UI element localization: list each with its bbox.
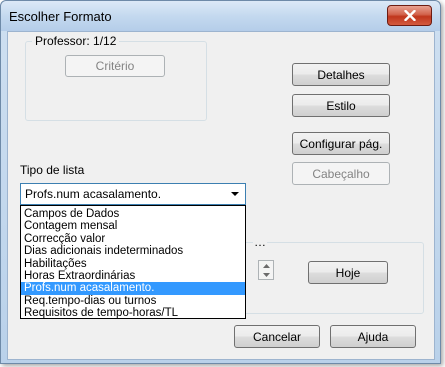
spin-up-button[interactable] [259, 261, 273, 270]
spin-down-icon [262, 272, 270, 277]
title-bar[interactable]: Escolher Formato [1, 1, 440, 31]
groupbox-label-fragment: … [253, 235, 267, 249]
dropdown-option[interactable]: Requisitos de tempo-horas/TL [21, 307, 245, 319]
list-type-label: Tipo de lista [20, 163, 85, 177]
chevron-down-icon [231, 192, 239, 196]
list-type-dropdown[interactable]: Campos de Dados Contagem mensal Correcção … [20, 205, 246, 319]
dropdown-option[interactable]: Campos de Dados [21, 208, 245, 220]
dropdown-option[interactable]: Req.tempo-dias ou turnos [21, 295, 245, 307]
dropdown-option[interactable]: Correcção valor [21, 233, 245, 245]
dialog-window: Escolher Formato Professor: 1/12 Critéri… [0, 0, 441, 364]
dropdown-option[interactable]: Horas Extraordinárias [21, 270, 245, 282]
style-button[interactable]: Estilo [292, 94, 390, 117]
dropdown-option[interactable]: Contagem mensal [21, 220, 245, 232]
help-button[interactable]: Ajuda [330, 325, 416, 348]
spin-control[interactable] [258, 260, 274, 280]
dialog-client-area: Professor: 1/12 Critério Detalhes Estilo… [7, 31, 435, 360]
dropdown-option[interactable]: Profs.num acasalamento. [21, 282, 245, 295]
close-icon [403, 10, 416, 21]
list-type-selected-value: Profs.num acasalamento. [25, 187, 162, 201]
criteria-button[interactable]: Critério [65, 55, 165, 77]
window-title: Escolher Formato [9, 9, 112, 24]
today-button[interactable]: Hoje [308, 261, 388, 284]
page-setup-button[interactable]: Configurar pág. [292, 132, 390, 155]
cancel-button[interactable]: Cancelar [234, 325, 320, 348]
spin-down-button[interactable] [259, 270, 273, 279]
spin-up-icon [262, 263, 270, 268]
dropdown-items: Campos de Dados Contagem mensal Correcção … [21, 208, 245, 320]
list-type-combobox[interactable]: Profs.num acasalamento. [20, 183, 246, 205]
dropdown-option[interactable]: Habilitações [21, 258, 245, 270]
professor-label: Professor: 1/12 [32, 34, 120, 48]
dropdown-option[interactable]: Dias adicionais indeterminados [21, 245, 245, 257]
details-button[interactable]: Detalhes [292, 63, 390, 86]
close-button[interactable] [387, 5, 432, 26]
header-button[interactable]: Cabeçalho [292, 162, 390, 185]
professor-groupbox: Professor: 1/12 Critério [25, 34, 207, 121]
